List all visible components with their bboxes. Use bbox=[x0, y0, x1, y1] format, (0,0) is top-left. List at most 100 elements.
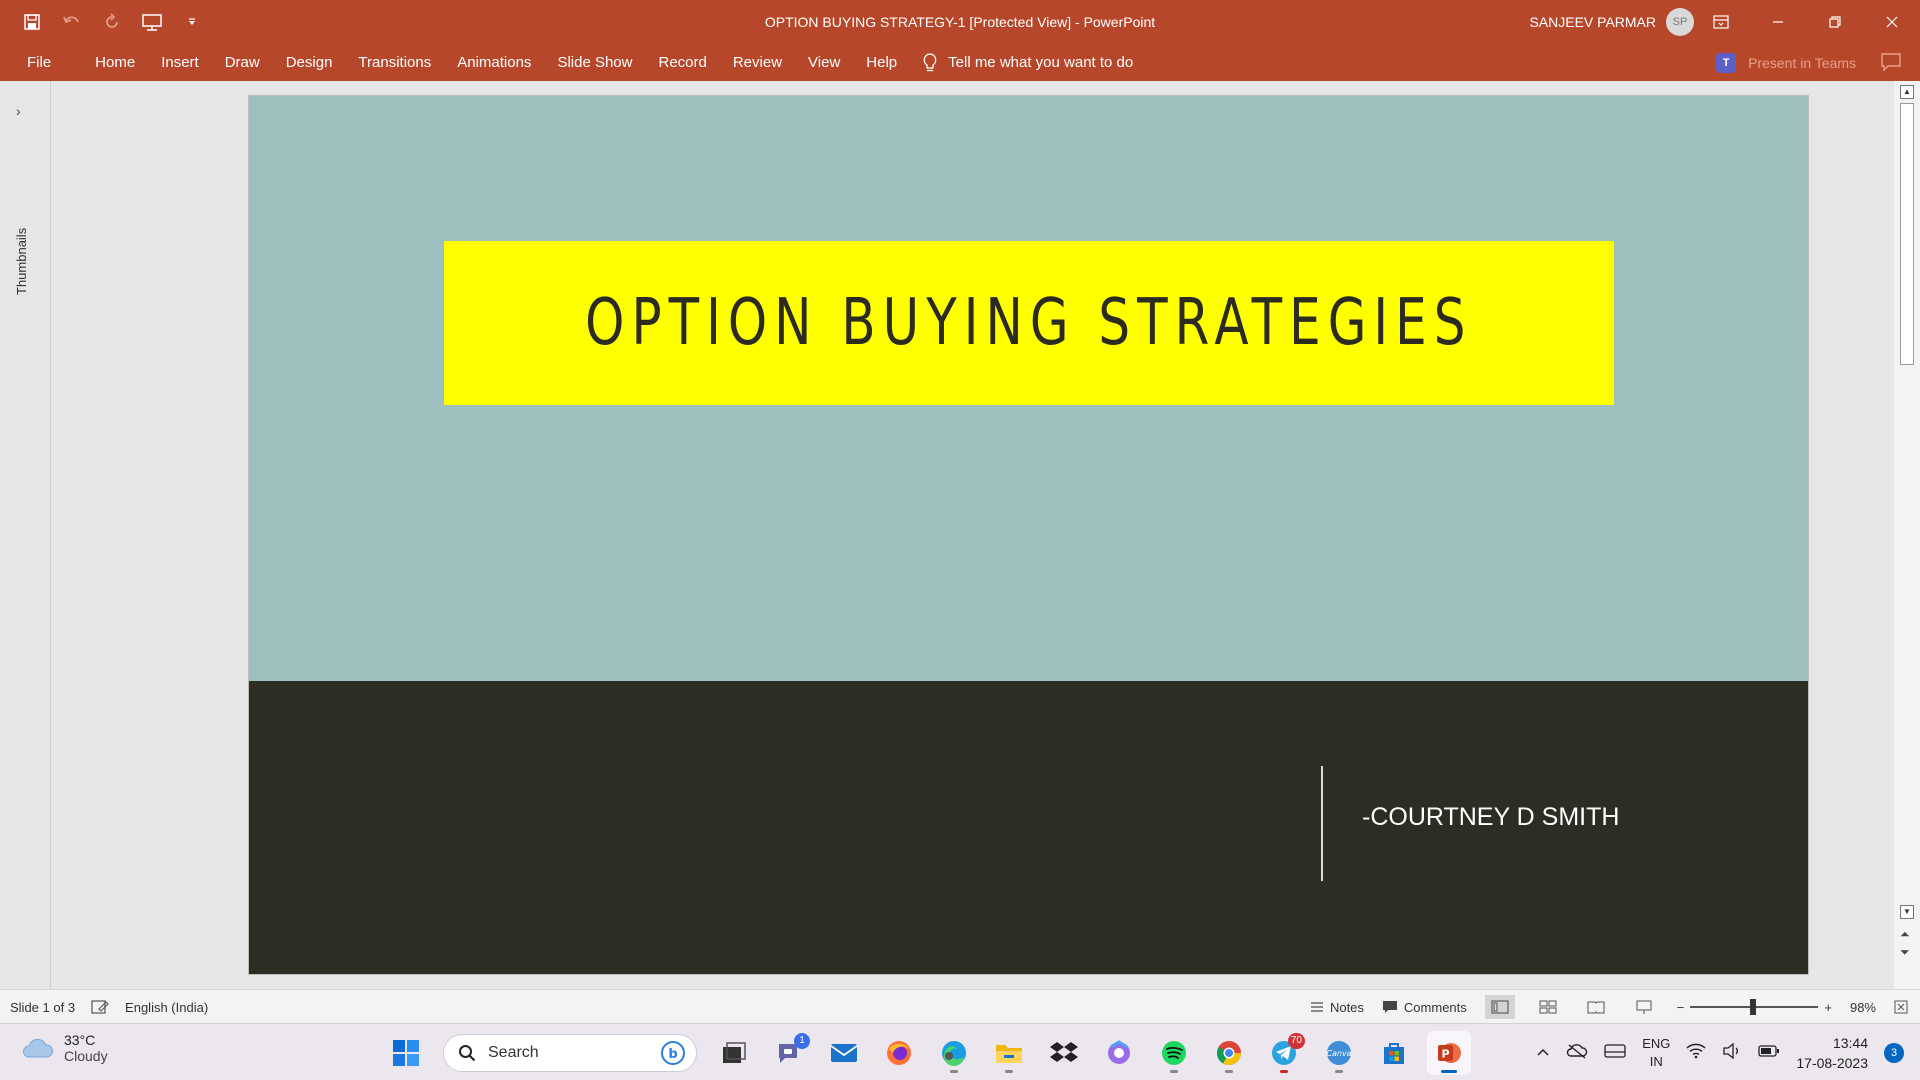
weather-temperature: 33°C bbox=[64, 1032, 96, 1048]
zoom-knob[interactable] bbox=[1750, 999, 1757, 1015]
taskbar-search-box[interactable]: Search b bbox=[443, 1033, 697, 1072]
present-in-teams-button[interactable]: T Present in Teams bbox=[1716, 44, 1856, 81]
thumbnails-pane[interactable]: › Thumbnails bbox=[0, 81, 51, 989]
running-indicator bbox=[1335, 1069, 1343, 1073]
system-tray: ENG IN 13:44 17-08-2023 3 bbox=[1536, 1024, 1920, 1080]
svg-text:P: P bbox=[1441, 1047, 1449, 1060]
search-icon bbox=[459, 1044, 476, 1061]
powerpoint-icon[interactable]: P bbox=[1427, 1030, 1471, 1075]
close-icon[interactable] bbox=[1863, 0, 1920, 44]
teams-badge: 1 bbox=[794, 1032, 810, 1049]
customize-toolbar-chevron-icon[interactable] bbox=[178, 8, 206, 36]
normal-view-icon[interactable] bbox=[1484, 995, 1515, 1019]
dropbox-icon[interactable] bbox=[1042, 1031, 1086, 1075]
battery-icon[interactable] bbox=[1758, 1044, 1780, 1061]
save-icon[interactable] bbox=[18, 8, 46, 36]
vertical-scrollbar[interactable]: ▲ ▼ ⏶ ⏷ bbox=[1894, 81, 1920, 989]
teams-chat-icon[interactable]: 1 bbox=[767, 1031, 811, 1075]
search-placeholder: Search bbox=[488, 1043, 539, 1061]
tell-me-search[interactable]: Tell me what you want to do bbox=[922, 52, 1134, 73]
tab-record[interactable]: Record bbox=[645, 44, 719, 81]
restore-icon[interactable] bbox=[1806, 0, 1863, 44]
running-indicator bbox=[1225, 1069, 1233, 1073]
cloud-icon bbox=[23, 1038, 53, 1058]
avatar: SP bbox=[1666, 8, 1694, 36]
thumbnails-label: Thumbnails bbox=[14, 227, 29, 295]
tab-design[interactable]: Design bbox=[273, 44, 346, 81]
tab-view[interactable]: View bbox=[795, 44, 853, 81]
language-indicator[interactable]: English (India) bbox=[125, 1000, 208, 1015]
running-indicator bbox=[1005, 1069, 1013, 1073]
accessibility-icon[interactable] bbox=[91, 999, 109, 1015]
volume-icon[interactable] bbox=[1722, 1042, 1742, 1062]
tab-transitions[interactable]: Transitions bbox=[345, 44, 444, 81]
tell-me-label: Tell me what you want to do bbox=[948, 54, 1134, 71]
canva-icon[interactable]: Canva bbox=[1317, 1031, 1361, 1075]
virtual-touchpad-icon[interactable] bbox=[1604, 1043, 1626, 1062]
tab-review[interactable]: Review bbox=[720, 44, 795, 81]
slide[interactable]: OPTION BUYING STRATEGIES -COURTNEY D SMI… bbox=[248, 95, 1809, 975]
comments-icon[interactable] bbox=[1880, 52, 1902, 72]
telegram-badge: 70 bbox=[1287, 1032, 1305, 1049]
spotify-icon[interactable] bbox=[1152, 1031, 1196, 1075]
scroll-down-icon[interactable]: ▼ bbox=[1900, 905, 1914, 919]
expand-thumbnails-chevron-icon[interactable]: › bbox=[16, 103, 21, 119]
microsoft-store-icon[interactable] bbox=[1372, 1031, 1416, 1075]
comments-button[interactable]: Comments bbox=[1382, 1000, 1467, 1015]
mail-icon[interactable] bbox=[822, 1031, 866, 1075]
file-explorer-icon[interactable] bbox=[987, 1031, 1031, 1075]
clock-time: 13:44 bbox=[1832, 1034, 1868, 1051]
tab-slide-show[interactable]: Slide Show bbox=[544, 44, 645, 81]
slide-editing-area: OPTION BUYING STRATEGIES -COURTNEY D SMI… bbox=[52, 81, 1894, 989]
running-indicator bbox=[1280, 1069, 1288, 1073]
edge-icon[interactable] bbox=[932, 1031, 976, 1075]
weather-description: Cloudy bbox=[64, 1048, 108, 1064]
clock[interactable]: 13:44 17-08-2023 bbox=[1796, 1033, 1868, 1073]
slide-sorter-icon[interactable] bbox=[1533, 995, 1563, 1019]
onedrive-offline-icon[interactable] bbox=[1566, 1043, 1588, 1062]
present-from-beginning-icon[interactable] bbox=[138, 8, 166, 36]
weather-widget[interactable]: 33°C Cloudy bbox=[20, 1032, 108, 1064]
slide-show-icon[interactable] bbox=[1629, 995, 1659, 1019]
telegram-icon[interactable]: 70 bbox=[1262, 1031, 1306, 1075]
tab-help[interactable]: Help bbox=[853, 44, 910, 81]
next-slide-icon[interactable]: ⏷ bbox=[1900, 945, 1910, 960]
previous-slide-icon[interactable]: ⏶ bbox=[1900, 927, 1910, 942]
zoom-in-icon[interactable]: + bbox=[1824, 1000, 1832, 1015]
tab-draw[interactable]: Draw bbox=[212, 44, 273, 81]
ribbon-display-options-icon[interactable] bbox=[1692, 0, 1749, 44]
input-language-indicator[interactable]: ENG IN bbox=[1642, 1035, 1670, 1071]
undo-icon[interactable] bbox=[58, 8, 86, 36]
zoom-out-icon[interactable]: − bbox=[1677, 1000, 1685, 1015]
slide-title-box[interactable]: OPTION BUYING STRATEGIES bbox=[444, 241, 1614, 405]
start-button[interactable] bbox=[384, 1031, 428, 1075]
user-account[interactable]: SANJEEV PARMAR SP bbox=[1529, 0, 1694, 44]
zoom-slider[interactable]: − + bbox=[1677, 999, 1832, 1015]
notes-label: Notes bbox=[1329, 999, 1364, 1015]
tab-animations[interactable]: Animations bbox=[444, 44, 544, 81]
firefox-icon[interactable] bbox=[877, 1031, 921, 1075]
task-view-icon[interactable] bbox=[712, 1031, 756, 1075]
zoom-track[interactable] bbox=[1690, 999, 1819, 1015]
chrome-icon[interactable] bbox=[1207, 1031, 1251, 1075]
tab-file[interactable]: File bbox=[14, 44, 64, 81]
slide-subtitle-author[interactable]: -COURTNEY D SMITH bbox=[1362, 803, 1619, 832]
reading-view-icon[interactable] bbox=[1581, 995, 1611, 1019]
redo-icon[interactable] bbox=[98, 8, 126, 36]
title-bar: OPTION BUYING STRATEGY-1 [Protected View… bbox=[0, 0, 1920, 44]
tab-home[interactable]: Home bbox=[82, 44, 148, 81]
wifi-icon[interactable] bbox=[1686, 1043, 1706, 1062]
scrollbar-thumb[interactable] bbox=[1900, 103, 1914, 365]
notification-badge[interactable]: 3 bbox=[1884, 1042, 1904, 1063]
minimize-icon[interactable] bbox=[1749, 0, 1806, 44]
notes-button[interactable]: Notes bbox=[1310, 1000, 1364, 1015]
user-name: SANJEEV PARMAR bbox=[1529, 14, 1656, 30]
scroll-up-icon[interactable]: ▲ bbox=[1900, 85, 1914, 99]
windows-logo-icon bbox=[393, 1039, 419, 1066]
fit-to-window-icon[interactable] bbox=[1894, 1000, 1908, 1014]
tab-insert[interactable]: Insert bbox=[148, 44, 212, 81]
show-hidden-icons-chevron-icon[interactable] bbox=[1536, 1045, 1550, 1060]
zoom-level[interactable]: 98% bbox=[1850, 1000, 1876, 1015]
divider-line bbox=[1321, 766, 1323, 881]
copilot-icon[interactable] bbox=[1097, 1031, 1141, 1075]
